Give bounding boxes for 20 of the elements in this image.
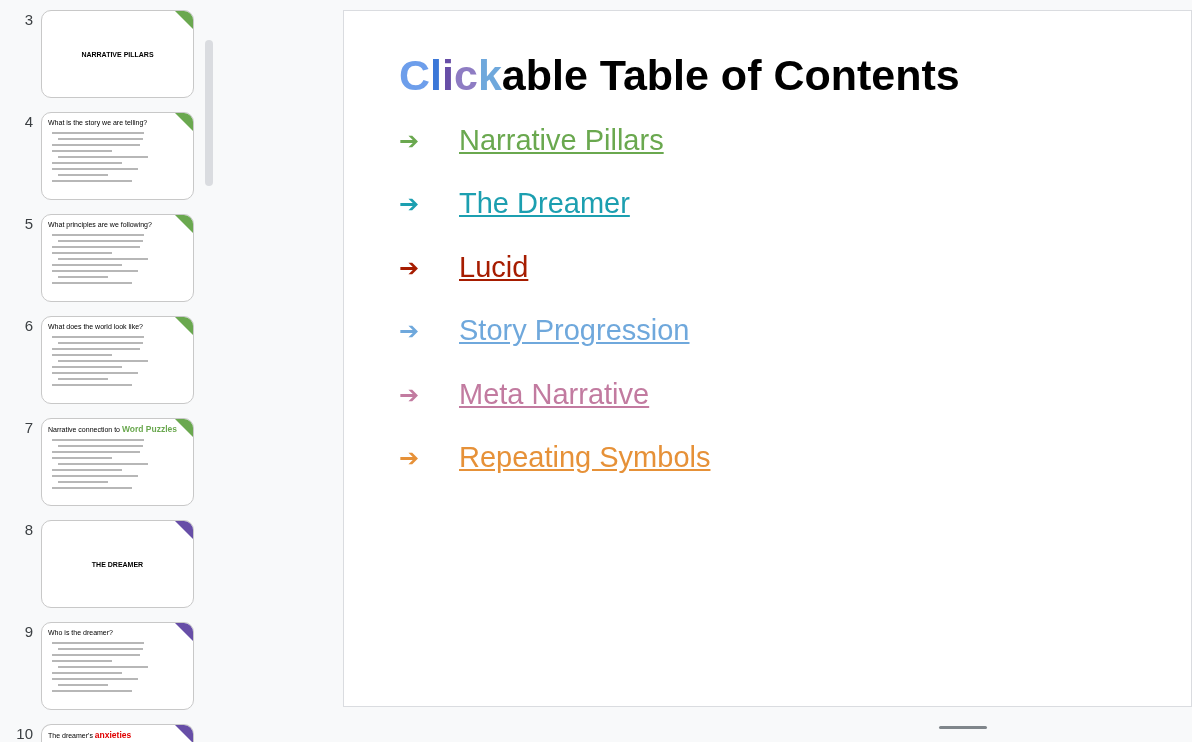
toc-link[interactable]: Lucid — [459, 245, 529, 290]
arrow-icon: ➔ — [399, 249, 459, 286]
slide-number: 9 — [23, 622, 34, 642]
slide-number: 6 — [23, 316, 34, 336]
slide-title: Word Puzzles — [121, 424, 178, 434]
arrow-icon: ➔ — [399, 313, 459, 349]
resize-handle[interactable] — [938, 726, 987, 729]
slide-number: 8 — [23, 520, 34, 540]
slide-heading: Clickable Table of Contents — [399, 50, 961, 101]
arrow-icon: ➔ — [399, 376, 459, 413]
slide-number: 7 — [23, 418, 34, 438]
slide-number: 3 — [23, 10, 34, 30]
slide-number: 10 — [15, 724, 34, 742]
slide-number: 4 — [23, 112, 34, 132]
arrow-icon: ➔ — [399, 440, 459, 476]
slide-title: anxieties — [94, 730, 132, 740]
slide-number: 5 — [23, 214, 34, 234]
scrollbar[interactable] — [205, 40, 213, 186]
arrow-icon: ➔ — [399, 186, 459, 222]
arrow-icon: ➔ — [399, 122, 459, 159]
